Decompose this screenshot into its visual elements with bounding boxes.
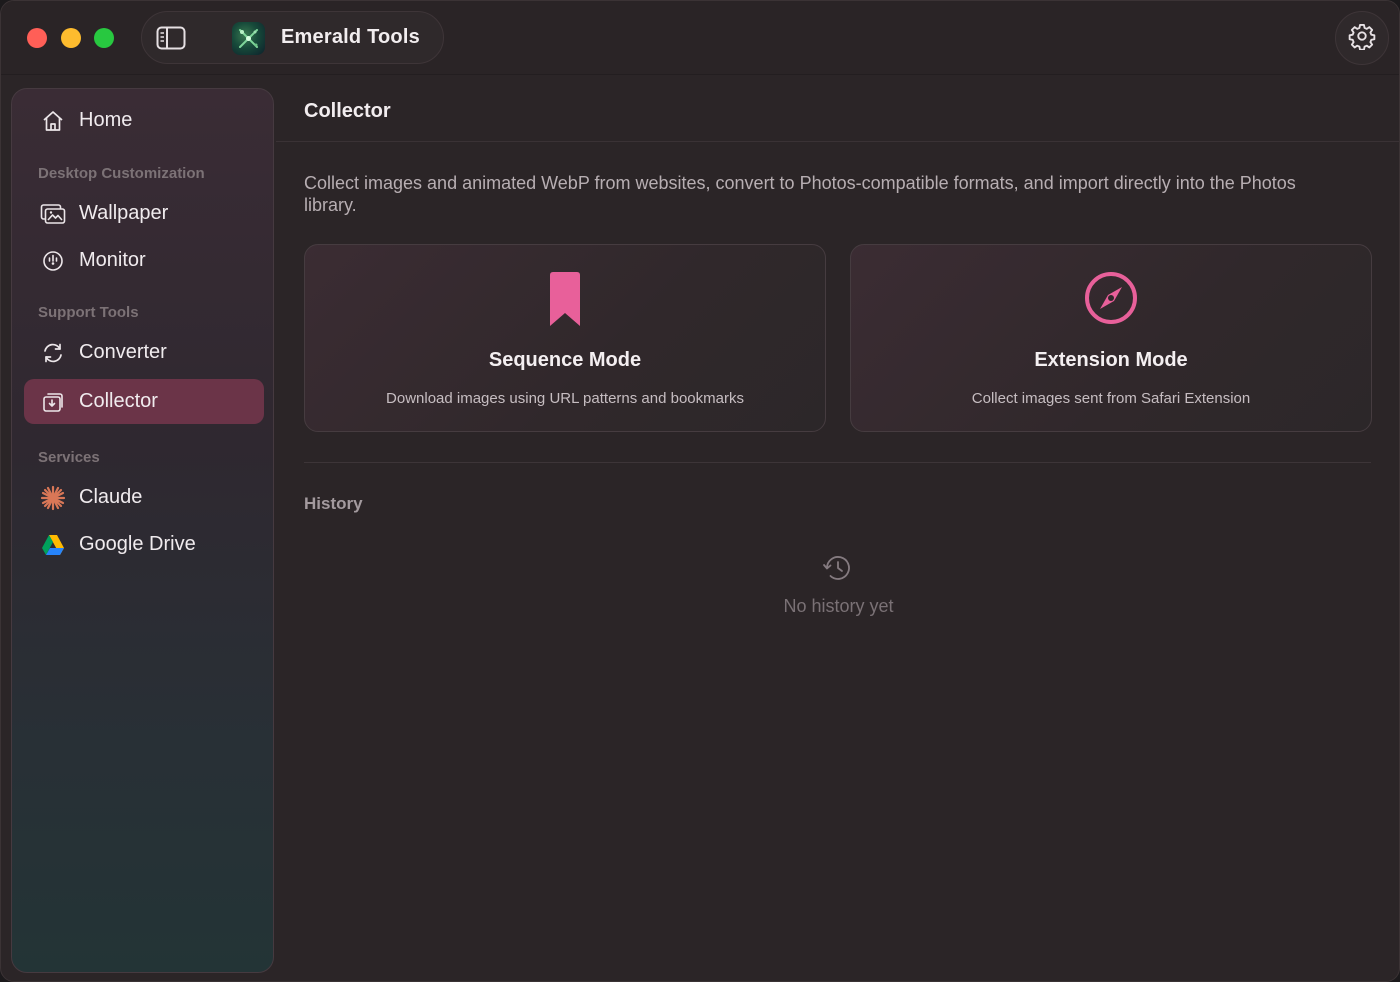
sidebar-item-monitor[interactable]: Monitor [24, 238, 264, 283]
sidebar-item-home[interactable]: Home [24, 98, 264, 143]
sequence-mode-card[interactable]: Sequence Mode Download images using URL … [304, 244, 826, 432]
extension-mode-card[interactable]: Extension Mode Collect images sent from … [850, 244, 1372, 432]
close-window-button[interactable] [27, 28, 47, 48]
sidebar-item-label: Monitor [79, 249, 146, 271]
sidebar-item-converter[interactable]: Converter [24, 330, 264, 375]
sidebar-item-label: Claude [79, 486, 143, 508]
main-content: Collector Collect images and animated We… [276, 76, 1399, 981]
settings-button[interactable] [1335, 11, 1389, 65]
history-icon [822, 554, 852, 587]
compass-icon [1084, 271, 1138, 330]
zoom-window-button[interactable] [94, 28, 114, 48]
card-description: Download images using URL patterns and b… [386, 390, 744, 407]
title-bar: Emerald Tools [1, 1, 1399, 75]
sidebar: Home Desktop Customization Wallpaper Mon… [11, 88, 274, 973]
bookmark-icon [547, 271, 583, 334]
minimize-window-button[interactable] [61, 28, 81, 48]
title-divider [276, 141, 1399, 142]
card-title: Sequence Mode [488, 349, 642, 371]
sidebar-item-label: Wallpaper [79, 202, 169, 224]
google-drive-icon [40, 532, 66, 558]
gauge-icon [40, 248, 66, 274]
page-title: Collector [304, 100, 391, 122]
photos-icon [40, 201, 66, 227]
sidebar-item-claude[interactable]: Claude [24, 475, 264, 520]
app-window: Emerald Tools Home Desktop Customization… [0, 0, 1400, 982]
sidebar-item-google-drive[interactable]: Google Drive [24, 522, 264, 567]
sidebar-item-collector[interactable]: Collector [24, 379, 264, 424]
app-logo-icon [232, 22, 265, 55]
section-divider [304, 462, 1371, 463]
sidebar-item-wallpaper[interactable]: Wallpaper [24, 191, 264, 236]
card-title: Extension Mode [1034, 349, 1188, 371]
section-label-support-tools: Support Tools [38, 304, 139, 321]
sidebar-item-label: Collector [79, 390, 158, 412]
sidebar-item-label: Google Drive [79, 533, 196, 555]
app-title-pill: Emerald Tools [141, 11, 444, 64]
section-label-desktop-customization: Desktop Customization [38, 165, 205, 182]
section-label-services: Services [38, 449, 100, 466]
sidebar-item-label: Converter [79, 341, 167, 363]
sidebar-toggle-icon[interactable] [156, 26, 186, 50]
claude-starburst-icon [40, 485, 66, 511]
card-description: Collect images sent from Safari Extensio… [971, 390, 1251, 407]
house-icon [40, 108, 66, 134]
refresh-arrows-icon [40, 340, 66, 366]
page-description: Collect images and animated WebP from we… [304, 173, 1296, 215]
download-tray-icon [40, 389, 66, 415]
empty-history-text: No history yet [783, 596, 894, 616]
app-title: Emerald Tools [281, 26, 420, 48]
history-heading: History [304, 494, 363, 513]
sidebar-item-label: Home [79, 109, 133, 131]
gear-icon [1348, 22, 1376, 55]
